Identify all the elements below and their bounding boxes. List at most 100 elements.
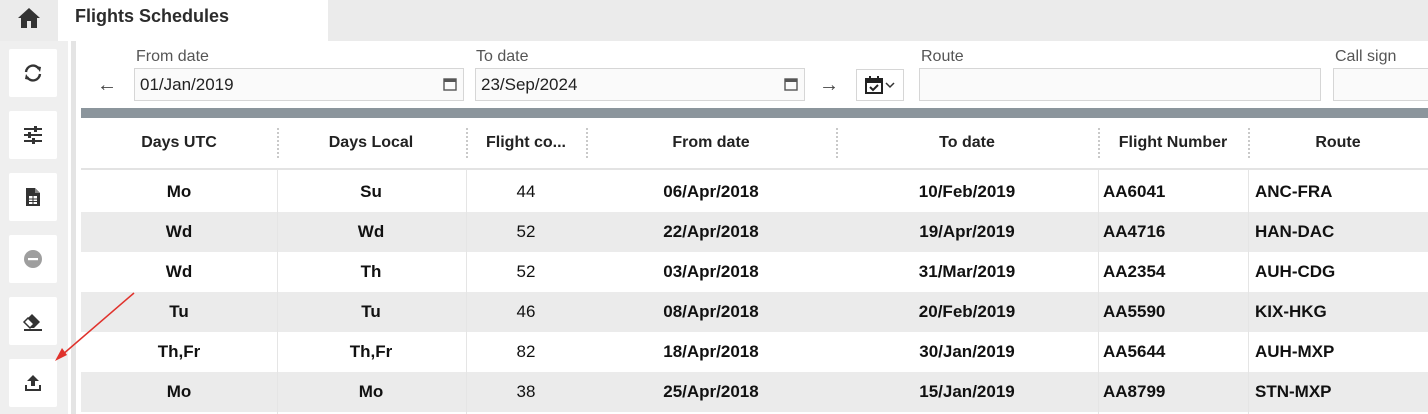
cell-from-date: 08/Apr/2018 [663, 302, 759, 321]
column-divider [1248, 170, 1249, 414]
cell-days-utc: Wd [165, 262, 193, 281]
route-field[interactable] [919, 68, 1321, 101]
to-date-field[interactable]: 23/Sep/2024 [475, 68, 805, 101]
table-row[interactable]: Mo Mo 38 25/Apr/2018 15/Jan/2019 AA8799 … [81, 372, 1428, 412]
cell-days-utc: Mo [166, 382, 192, 401]
cell-flight-count: 38 [516, 382, 536, 401]
from-date-field[interactable]: 01/Jan/2019 [134, 68, 464, 101]
date-preset-dropdown[interactable] [856, 69, 904, 101]
cell-from-date: 03/Apr/2018 [663, 262, 759, 281]
upload-button[interactable] [9, 359, 57, 407]
chevron-down-icon [885, 82, 895, 89]
cell-to-date: 20/Feb/2019 [918, 302, 1016, 321]
column-header-days-utc[interactable]: Days UTC [81, 118, 277, 168]
filter-settings-button[interactable] [9, 111, 57, 159]
arrow-left-icon: ← [97, 73, 117, 96]
grid-top-bar [81, 108, 1428, 118]
cell-flight-count: 52 [516, 262, 536, 281]
calendar-icon[interactable] [784, 77, 798, 91]
refresh-button[interactable] [9, 49, 57, 97]
cell-flight-number: AA6041 [1103, 182, 1166, 201]
cell-days-utc: Tu [169, 302, 189, 321]
table-row[interactable]: Th,Fr Th,Fr 82 18/Apr/2018 30/Jan/2019 A… [81, 332, 1428, 372]
cell-days-local: Su [360, 182, 382, 201]
column-divider [1098, 170, 1099, 414]
from-date-value: 01/Jan/2019 [140, 75, 234, 94]
calendar-icon[interactable] [443, 77, 457, 91]
column-header-flight-count[interactable]: Flight co... [466, 118, 586, 168]
cell-route: AUH-MXP [1255, 342, 1335, 361]
column-header-from-date[interactable]: From date [586, 118, 836, 168]
column-header-route[interactable]: Route [1248, 118, 1428, 168]
left-toolbar [0, 41, 68, 414]
arrow-right-icon: → [819, 73, 839, 96]
previous-period-button[interactable]: ← [92, 69, 122, 101]
route-label: Route [921, 48, 964, 65]
callsign-field[interactable] [1333, 68, 1428, 101]
cell-days-utc: Wd [165, 222, 193, 241]
tab-flights-schedules[interactable]: Flights Schedules [58, 0, 328, 41]
cell-route: KIX-HKG [1255, 302, 1327, 321]
cell-route: HAN-DAC [1255, 222, 1335, 241]
cell-flight-count: 46 [516, 302, 536, 321]
cell-days-local: Tu [361, 302, 381, 321]
cell-from-date: 06/Apr/2018 [663, 182, 759, 201]
filter-bar: ← From date 01/Jan/2019 To date 23/Sep/2… [81, 41, 1428, 108]
cell-flight-number: AA8799 [1103, 382, 1166, 401]
export-excel-button[interactable] [9, 173, 57, 221]
cell-days-local: Wd [357, 222, 385, 241]
cell-days-local: Th,Fr [349, 342, 393, 361]
eraser-icon [22, 314, 42, 331]
cell-flight-number: AA2354 [1103, 262, 1166, 281]
cell-to-date: 19/Apr/2019 [919, 222, 1015, 241]
table-row[interactable]: Wd Th 52 03/Apr/2018 31/Mar/2019 AA2354 … [81, 252, 1428, 292]
minus-circle-icon [24, 250, 42, 268]
upload-icon [25, 375, 41, 391]
cell-days-utc: Mo [166, 182, 192, 201]
cell-to-date: 15/Jan/2019 [919, 382, 1015, 401]
column-header-flight-number[interactable]: Flight Number [1098, 118, 1248, 168]
sliders-icon [24, 126, 42, 144]
to-date-label: To date [476, 48, 529, 65]
cell-flight-count: 82 [516, 342, 536, 361]
column-divider [277, 170, 278, 414]
cell-flight-count: 44 [516, 182, 536, 201]
grid-header: Days UTC Days Local Flight co... From da… [81, 118, 1428, 170]
clear-button[interactable] [9, 297, 57, 345]
to-date-value: 23/Sep/2024 [481, 75, 578, 94]
column-header-days-local[interactable]: Days Local [277, 118, 465, 168]
from-date-label: From date [136, 48, 209, 65]
cell-route: ANC-FRA [1255, 182, 1333, 201]
cell-from-date: 25/Apr/2018 [663, 382, 759, 401]
cell-days-local: Th [360, 262, 382, 281]
home-icon [18, 8, 40, 28]
cell-flight-count: 52 [516, 222, 536, 241]
cell-route: AUH-CDG [1255, 262, 1336, 281]
table-row[interactable]: Tu Tu 46 08/Apr/2018 20/Feb/2019 AA5590 … [81, 292, 1428, 332]
spreadsheet-icon [26, 188, 40, 206]
cell-from-date: 22/Apr/2018 [663, 222, 759, 241]
cell-to-date: 31/Mar/2019 [918, 262, 1016, 281]
cell-flight-number: AA5644 [1103, 342, 1166, 361]
toolbar-divider [68, 41, 81, 414]
next-period-button[interactable]: → [814, 69, 844, 101]
callsign-label: Call sign [1335, 48, 1397, 65]
column-header-to-date[interactable]: To date [836, 118, 1098, 168]
home-button[interactable] [0, 0, 58, 36]
top-bar: Flights Schedules [0, 0, 1428, 41]
remove-button[interactable] [9, 235, 57, 283]
calendar-check-icon [865, 76, 883, 94]
cell-route: STN-MXP [1255, 382, 1332, 401]
cell-days-utc: Th,Fr [157, 342, 201, 361]
table-row[interactable]: Mo Su 44 06/Apr/2018 10/Feb/2019 AA6041 … [81, 172, 1428, 212]
cell-flight-number: AA4716 [1103, 222, 1166, 241]
cell-days-local: Mo [358, 382, 384, 401]
cell-to-date: 10/Feb/2019 [918, 182, 1016, 201]
cell-flight-number: AA5590 [1103, 302, 1166, 321]
refresh-icon [24, 64, 42, 82]
cell-from-date: 18/Apr/2018 [663, 342, 759, 361]
table-row[interactable]: Wd Wd 52 22/Apr/2018 19/Apr/2019 AA4716 … [81, 212, 1428, 252]
cell-to-date: 30/Jan/2019 [919, 342, 1015, 361]
tab-title: Flights Schedules [75, 6, 230, 26]
column-divider [466, 170, 467, 414]
